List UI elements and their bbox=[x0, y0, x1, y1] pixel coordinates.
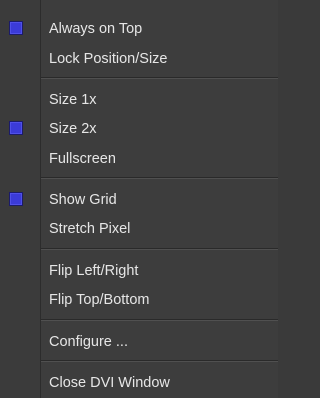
menu-item-fullscreen[interactable]: Fullscreen bbox=[0, 144, 278, 174]
menu-separator bbox=[41, 319, 278, 321]
menu-item-label: Flip Left/Right bbox=[49, 263, 139, 279]
menu-item-size-1x[interactable]: Size 1x bbox=[0, 85, 278, 115]
menu-item-label: Flip Top/Bottom bbox=[49, 292, 150, 308]
menu-item-label: Show Grid bbox=[49, 192, 117, 208]
checkbox-checked-icon bbox=[9, 192, 23, 206]
menu-item-label: Lock Position/Size bbox=[49, 51, 168, 67]
menu-item-label: Size 2x bbox=[49, 121, 97, 137]
menu-separator bbox=[41, 248, 278, 250]
menu-item-show-grid[interactable]: Show Grid bbox=[0, 185, 278, 215]
menu-item-configure[interactable]: Configure ... bbox=[0, 327, 278, 357]
menu-item-label: Size 1x bbox=[49, 92, 97, 108]
menu-item-label: Always on Top bbox=[49, 21, 143, 37]
menu-item-size-2x[interactable]: Size 2x bbox=[0, 114, 278, 144]
menu-item-lock-position-size[interactable]: Lock Position/Size bbox=[0, 44, 278, 74]
checkbox-checked-icon bbox=[9, 21, 23, 35]
menu-item-label: Fullscreen bbox=[49, 151, 116, 167]
context-menu: Always on Top Lock Position/Size Size 1x… bbox=[0, 0, 278, 398]
menu-item-flip-left-right[interactable]: Flip Left/Right bbox=[0, 256, 278, 286]
menu-separator bbox=[41, 77, 278, 79]
menu-separator bbox=[41, 360, 278, 362]
menu-item-flip-top-bottom[interactable]: Flip Top/Bottom bbox=[0, 285, 278, 315]
menu-item-label: Close DVI Window bbox=[49, 375, 170, 391]
checkbox-checked-icon bbox=[9, 121, 23, 135]
menu-item-label: Stretch Pixel bbox=[49, 221, 131, 237]
menu-separator bbox=[41, 177, 278, 179]
menu-item-stretch-pixel[interactable]: Stretch Pixel bbox=[0, 214, 278, 244]
menu-item-label: Configure ... bbox=[49, 334, 128, 350]
menu-item-close-dvi-window[interactable]: Close DVI Window bbox=[0, 368, 278, 398]
menu-item-always-on-top[interactable]: Always on Top bbox=[0, 14, 278, 44]
